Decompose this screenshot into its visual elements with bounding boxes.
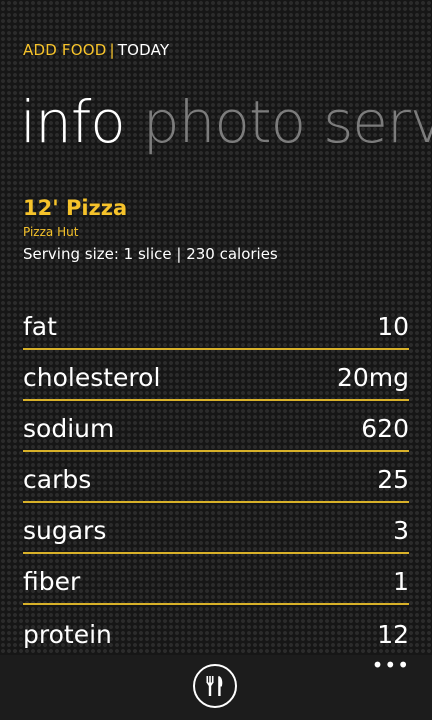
nutrient-value: 20mg	[336, 363, 409, 392]
pivot-tab-info[interactable]: info	[20, 88, 126, 156]
nutrient-row-sugars: sugars 3	[23, 503, 409, 554]
breadcrumb: ADD FOOD | TODAY	[23, 41, 169, 59]
nutrient-value: 1	[393, 567, 409, 596]
nutrient-label: protein	[23, 620, 112, 649]
nutrient-label: fat	[23, 312, 57, 341]
serving-info: Serving size: 1 slice | 230 calories	[23, 245, 278, 263]
pivot-tab-serving[interactable]: serv	[323, 88, 432, 156]
nutrient-label: sodium	[23, 414, 115, 443]
nutrient-row-protein: protein 12	[23, 605, 409, 656]
nutrient-value: 12	[377, 620, 409, 649]
app-title: ADD FOOD	[23, 41, 107, 59]
nutrient-row-cholesterol: cholesterol 20mg	[23, 350, 409, 401]
pivot-header: info photo serv	[20, 86, 432, 158]
fork-knife-icon	[206, 676, 223, 696]
nutrient-value: 10	[377, 312, 409, 341]
breadcrumb-separator: |	[109, 41, 115, 59]
nutrient-list: fat 10 cholesterol 20mg sodium 620 carbs…	[23, 299, 409, 656]
app-bar: •••	[0, 655, 432, 720]
food-brand: Pizza Hut	[23, 225, 79, 239]
food-title: 12' Pizza	[23, 196, 128, 220]
pivot-tab-photo[interactable]: photo	[143, 88, 306, 156]
nutrient-row-carbs: carbs 25	[23, 452, 409, 503]
more-options-button[interactable]: •••	[372, 655, 410, 675]
nutrient-row-fiber: fiber 1	[23, 554, 409, 605]
page-title: TODAY	[117, 41, 170, 59]
nutrient-value: 620	[361, 414, 409, 443]
nutrient-label: sugars	[23, 516, 107, 545]
nutrient-label: fiber	[23, 567, 81, 596]
nutrient-row-sodium: sodium 620	[23, 401, 409, 452]
nutrient-row-fat: fat 10	[23, 299, 409, 350]
add-meal-button[interactable]	[193, 664, 237, 708]
nutrient-label: cholesterol	[23, 363, 161, 392]
nutrient-label: carbs	[23, 465, 92, 494]
nutrient-value: 25	[377, 465, 409, 494]
nutrient-value: 3	[393, 516, 409, 545]
